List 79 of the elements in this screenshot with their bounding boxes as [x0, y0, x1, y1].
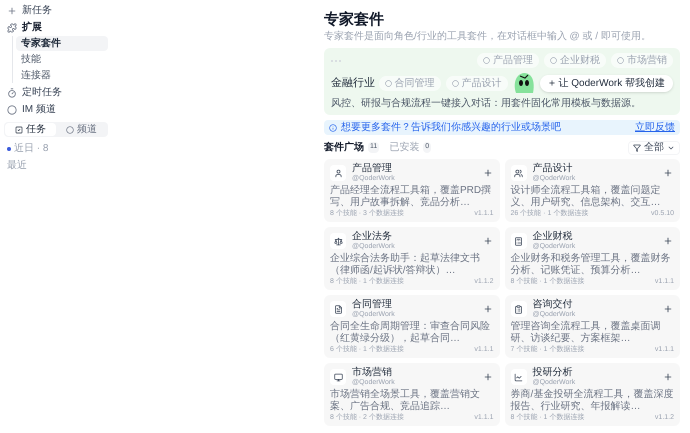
suite-name: 企业法务 [352, 231, 393, 242]
suite-description: 券商/基金投研全流程工具，覆盖深度报告、行业研究、年报解读… [510, 389, 674, 413]
add-button[interactable] [482, 167, 494, 179]
suite-description: 企业财务和税务管理工具，覆盖财务分析、记账凭证、预算分析… [510, 253, 672, 277]
plus-icon [482, 372, 492, 382]
plus-icon [663, 372, 673, 382]
recent-label: 近日 · 8 [14, 142, 48, 156]
suite-name: 投研分析 [532, 367, 574, 378]
suite-chip: 产品设计 [446, 76, 508, 90]
plus-icon [482, 304, 492, 314]
monitor-icon [334, 372, 342, 382]
create-button[interactable]: 让 QoderWork 帮我创建 [540, 74, 673, 92]
page-title: 专家套件 [324, 11, 385, 29]
plus-icon [663, 304, 673, 314]
add-button[interactable] [482, 303, 494, 315]
timer-icon [7, 88, 17, 98]
suite-chip: 合同管理 [378, 76, 440, 90]
sidebar-subitem[interactable]: 技能 [16, 52, 108, 67]
circle-icon [384, 80, 392, 86]
feedback-link[interactable]: 立即反馈 [635, 120, 675, 135]
suite-name: 产品设计 [532, 163, 574, 174]
suite-description: 产品经理全流程工具箱，覆盖PRD撰写、用户故事拆解、竞品分析… [330, 185, 492, 209]
suite-chip: 产品管理 [477, 53, 539, 68]
suite-description: 设计师全流程工具箱，覆盖问题定义、用户研究、信息架构、交互… [510, 185, 662, 209]
plus-icon [663, 168, 673, 178]
page-subtitle: 专家套件是面向角色/行业的工具套件，在对话框中输入 @ 或 / 即可使用。 [324, 31, 652, 43]
suite-name: 市场营销 [352, 367, 393, 378]
clipboard-icon [514, 304, 523, 314]
circle-icon [7, 104, 17, 114]
plus-icon [482, 168, 492, 178]
suite-description: 市场营销全场景工具，覆盖营销文案、广告合规、竞品追踪… [330, 389, 481, 413]
filter-dropdown[interactable]: 全部 [628, 140, 680, 154]
document-icon [334, 304, 342, 314]
sidebar-item[interactable]: 新任务 [4, 3, 108, 18]
plus-icon [548, 79, 556, 87]
suite-chip: 市场营销 [611, 53, 673, 68]
calculator-icon [514, 236, 523, 246]
history-label: 最近 [6, 158, 28, 173]
sidebar-item[interactable]: 定时任务 [4, 85, 108, 100]
sidebar-item[interactable]: 扩展 [4, 20, 108, 35]
add-button[interactable] [662, 371, 674, 383]
banner-description: 风控、研报与合规流程一键接入对话：用套件固化常用模板与数据源。 [331, 98, 642, 110]
segment-tab[interactable]: 任务 [5, 123, 56, 136]
add-button[interactable] [662, 167, 674, 179]
suite-name: 合同管理 [352, 299, 393, 310]
suite-name: 咨询交付 [532, 299, 574, 310]
scale-icon [334, 236, 342, 246]
puzzle-icon [7, 22, 17, 32]
segment-tab[interactable]: 频道 [56, 123, 107, 136]
sidebar-subitem[interactable]: 连接器 [16, 68, 108, 83]
user-icon [334, 168, 342, 178]
banner-title: 金融行业 [331, 76, 375, 91]
sidebar-subitem[interactable]: 专家套件 [16, 36, 108, 51]
circle-icon [550, 57, 557, 64]
info-icon [329, 124, 337, 132]
checkbox-icon [15, 126, 23, 134]
sidebar-item[interactable]: IM 频道 [4, 102, 108, 117]
add-button[interactable] [662, 235, 674, 247]
circle-icon [617, 57, 624, 64]
add-button[interactable] [482, 235, 494, 247]
add-button[interactable] [482, 371, 494, 383]
circle-icon [452, 80, 458, 86]
plus-icon [482, 236, 492, 246]
plus-icon [663, 236, 673, 246]
circle-icon [483, 57, 490, 64]
chart-icon [514, 372, 523, 382]
plus-icon [7, 6, 17, 16]
suite-chip: 企业财税 [544, 53, 606, 68]
suite-name: 产品管理 [352, 163, 393, 174]
suite-description: 合同全生命周期管理：审查合同风险（红黄绿分级），起草合同… [330, 321, 491, 345]
circle-icon [66, 126, 74, 134]
mascot-icon [512, 71, 534, 95]
suite-description: 企业综合法务助手：起草法律文书（律师函/起诉状/答辩状）… [330, 253, 481, 277]
add-button[interactable] [662, 303, 674, 315]
suite-description: 管理咨询全流程工具，覆盖桌面调研、访谈纪要、方案框架… [510, 321, 662, 345]
suite-name: 企业财税 [532, 231, 574, 242]
users-icon [514, 168, 523, 178]
notice-text: 想要更多套件？告诉我们你感兴趣的行业或场景吧 [341, 120, 562, 135]
filter-icon [633, 144, 641, 152]
